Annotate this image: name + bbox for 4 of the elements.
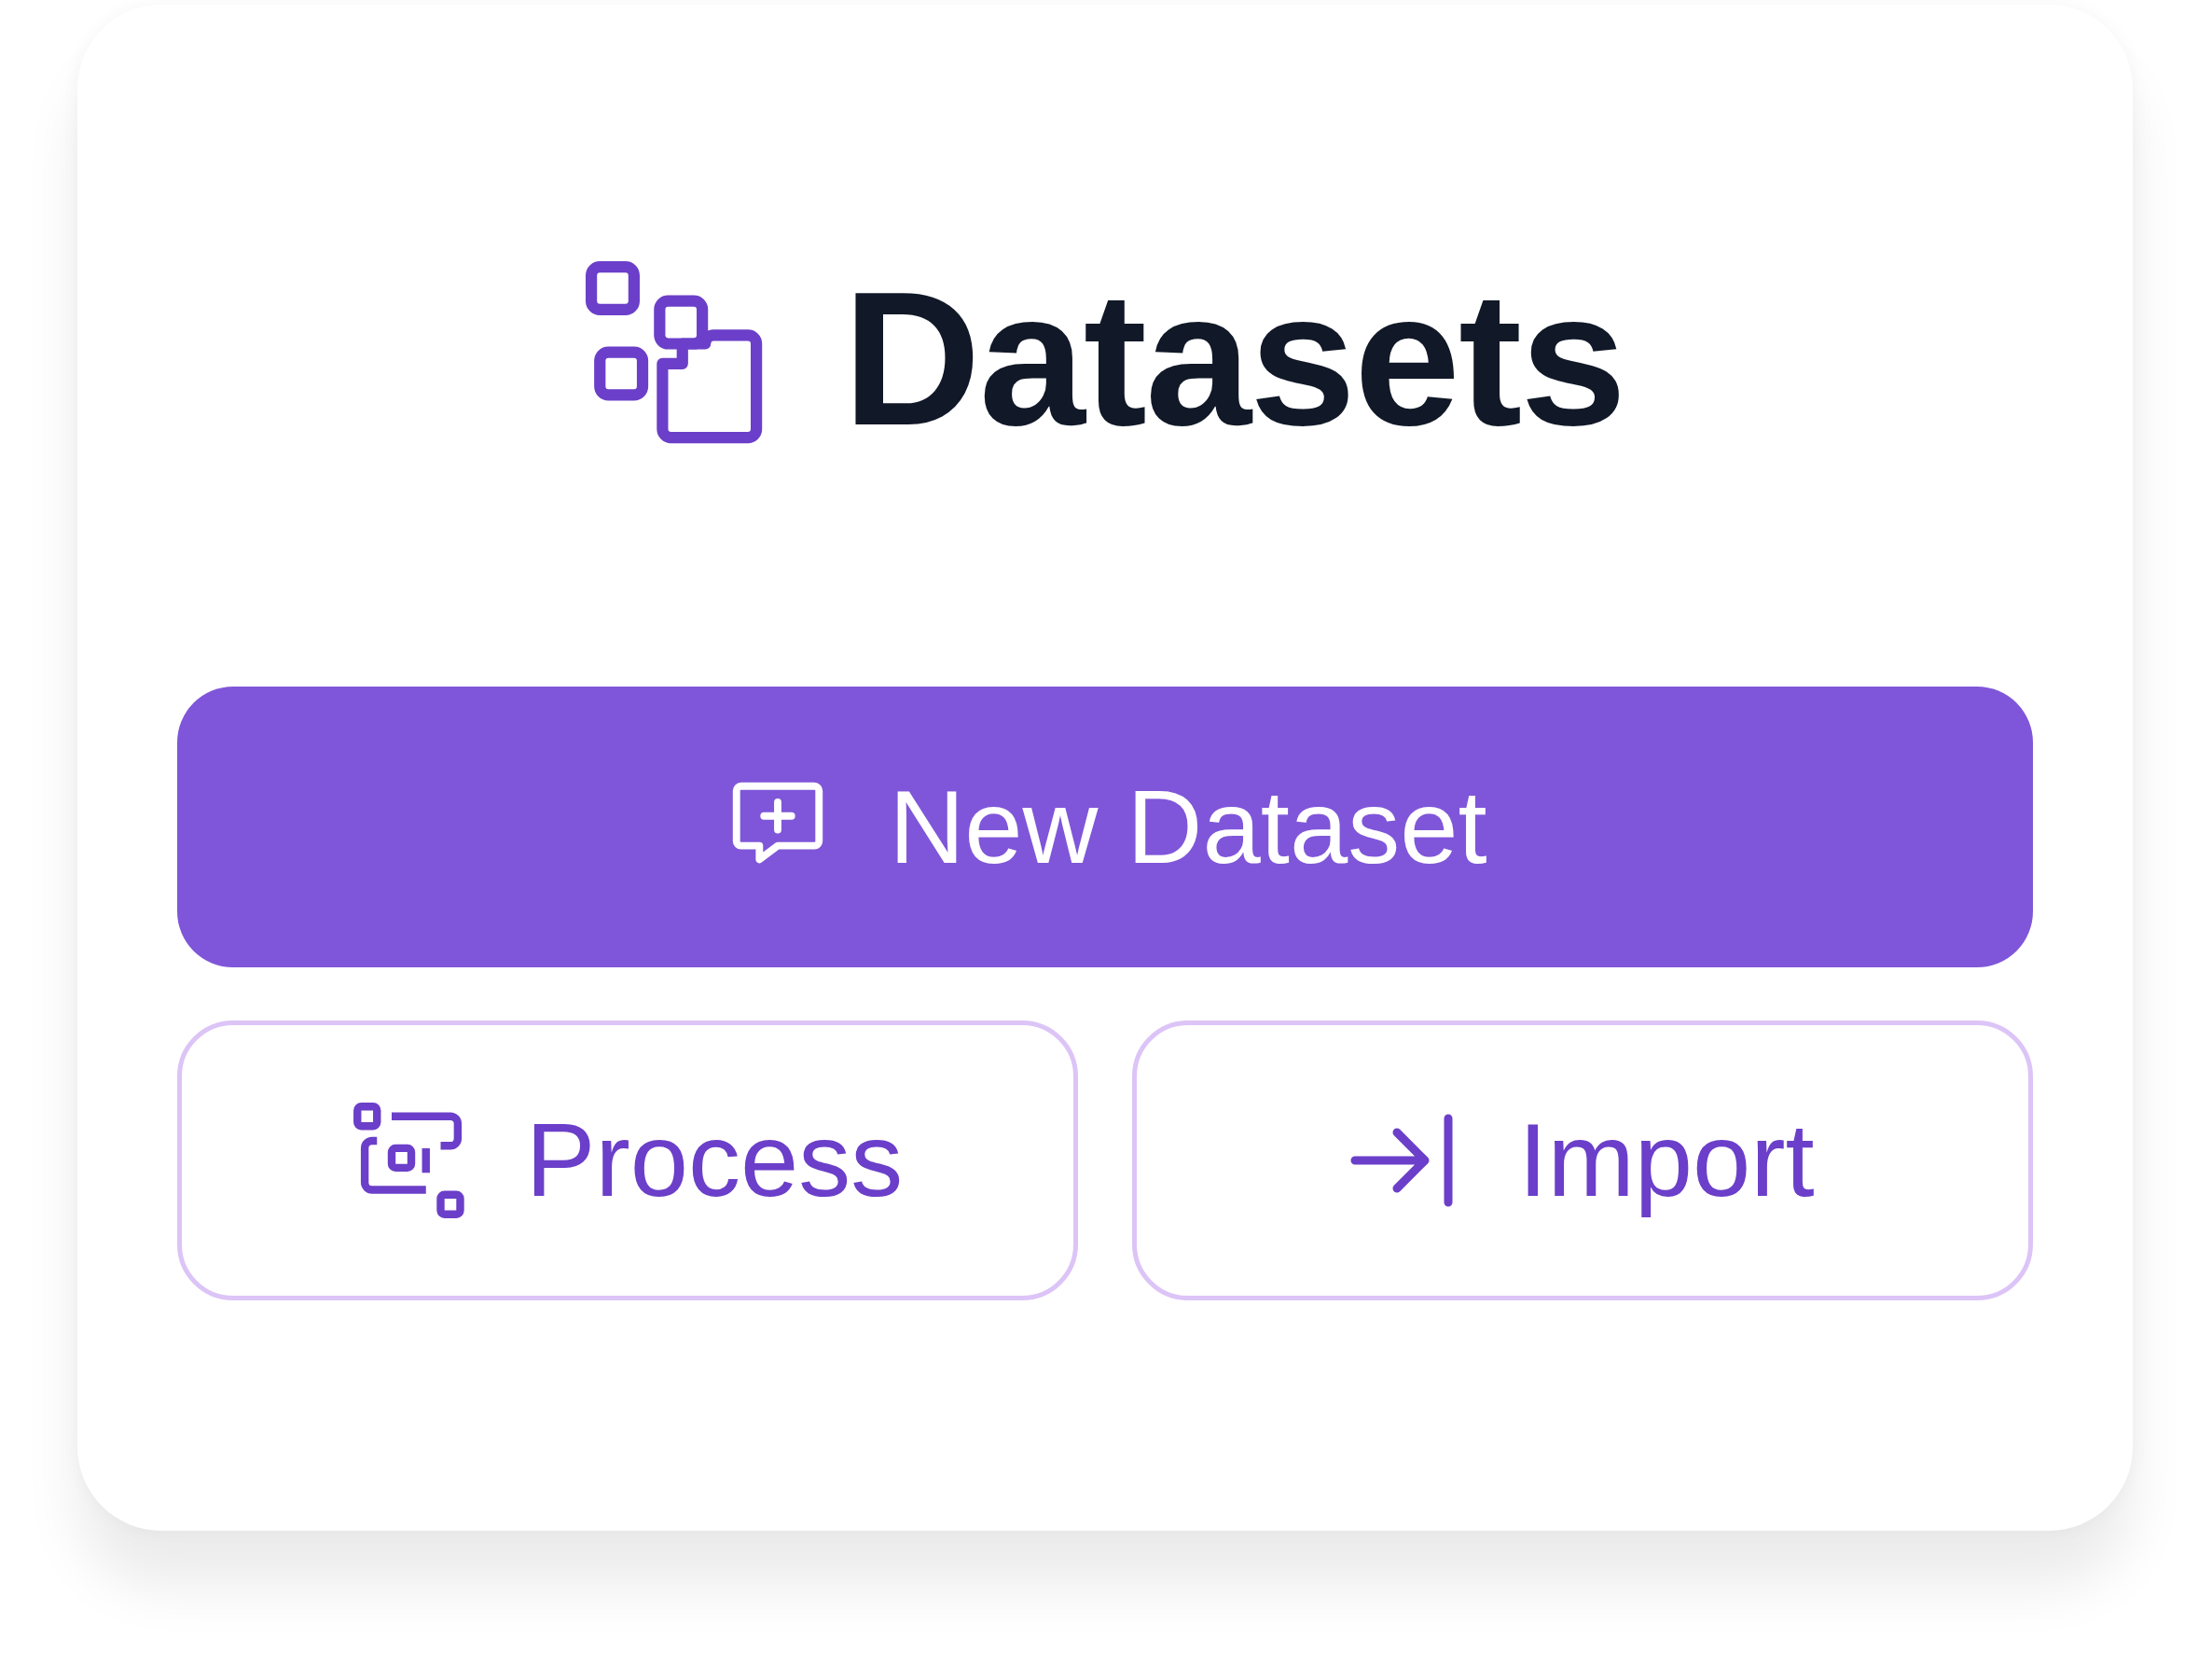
new-dataset-button[interactable]: New Dataset (177, 687, 2033, 967)
title: Datasets (842, 261, 1625, 453)
process-button[interactable]: Process (177, 1020, 1078, 1300)
import-button[interactable]: Import (1132, 1020, 2033, 1300)
